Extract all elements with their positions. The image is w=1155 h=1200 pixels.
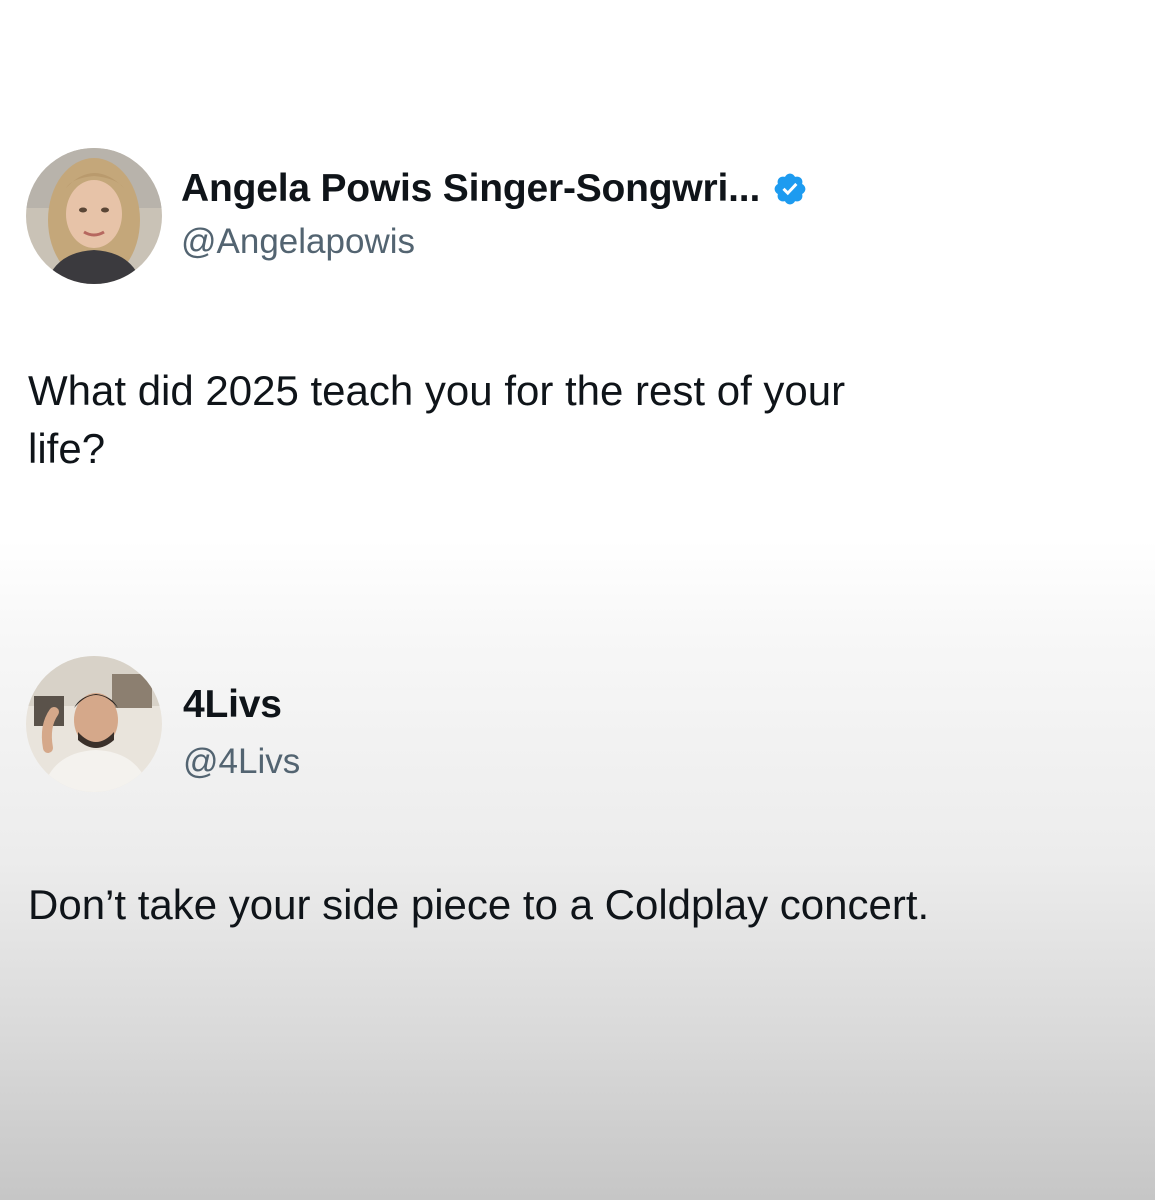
author-block: 4Livs @4Livs [183,680,300,784]
post-text: What did 2025 teach you for the rest of … [28,367,846,472]
verified-badge-icon [774,173,806,205]
display-name[interactable]: 4Livs [183,680,282,730]
woman-avatar-icon [26,148,162,284]
man-avatar-icon [26,656,162,792]
avatar-4livs[interactable] [26,656,162,792]
author-block: Angela Powis Singer-Songwri... @Angelapo… [181,164,808,264]
handle[interactable]: @4Livs [183,740,300,784]
post-text: Don’t take your side piece to a Coldplay… [28,881,930,928]
avatar-angela[interactable] [26,148,162,284]
handle[interactable]: @Angelapowis [181,220,808,264]
display-name[interactable]: Angela Powis Singer-Songwri... [181,164,760,214]
